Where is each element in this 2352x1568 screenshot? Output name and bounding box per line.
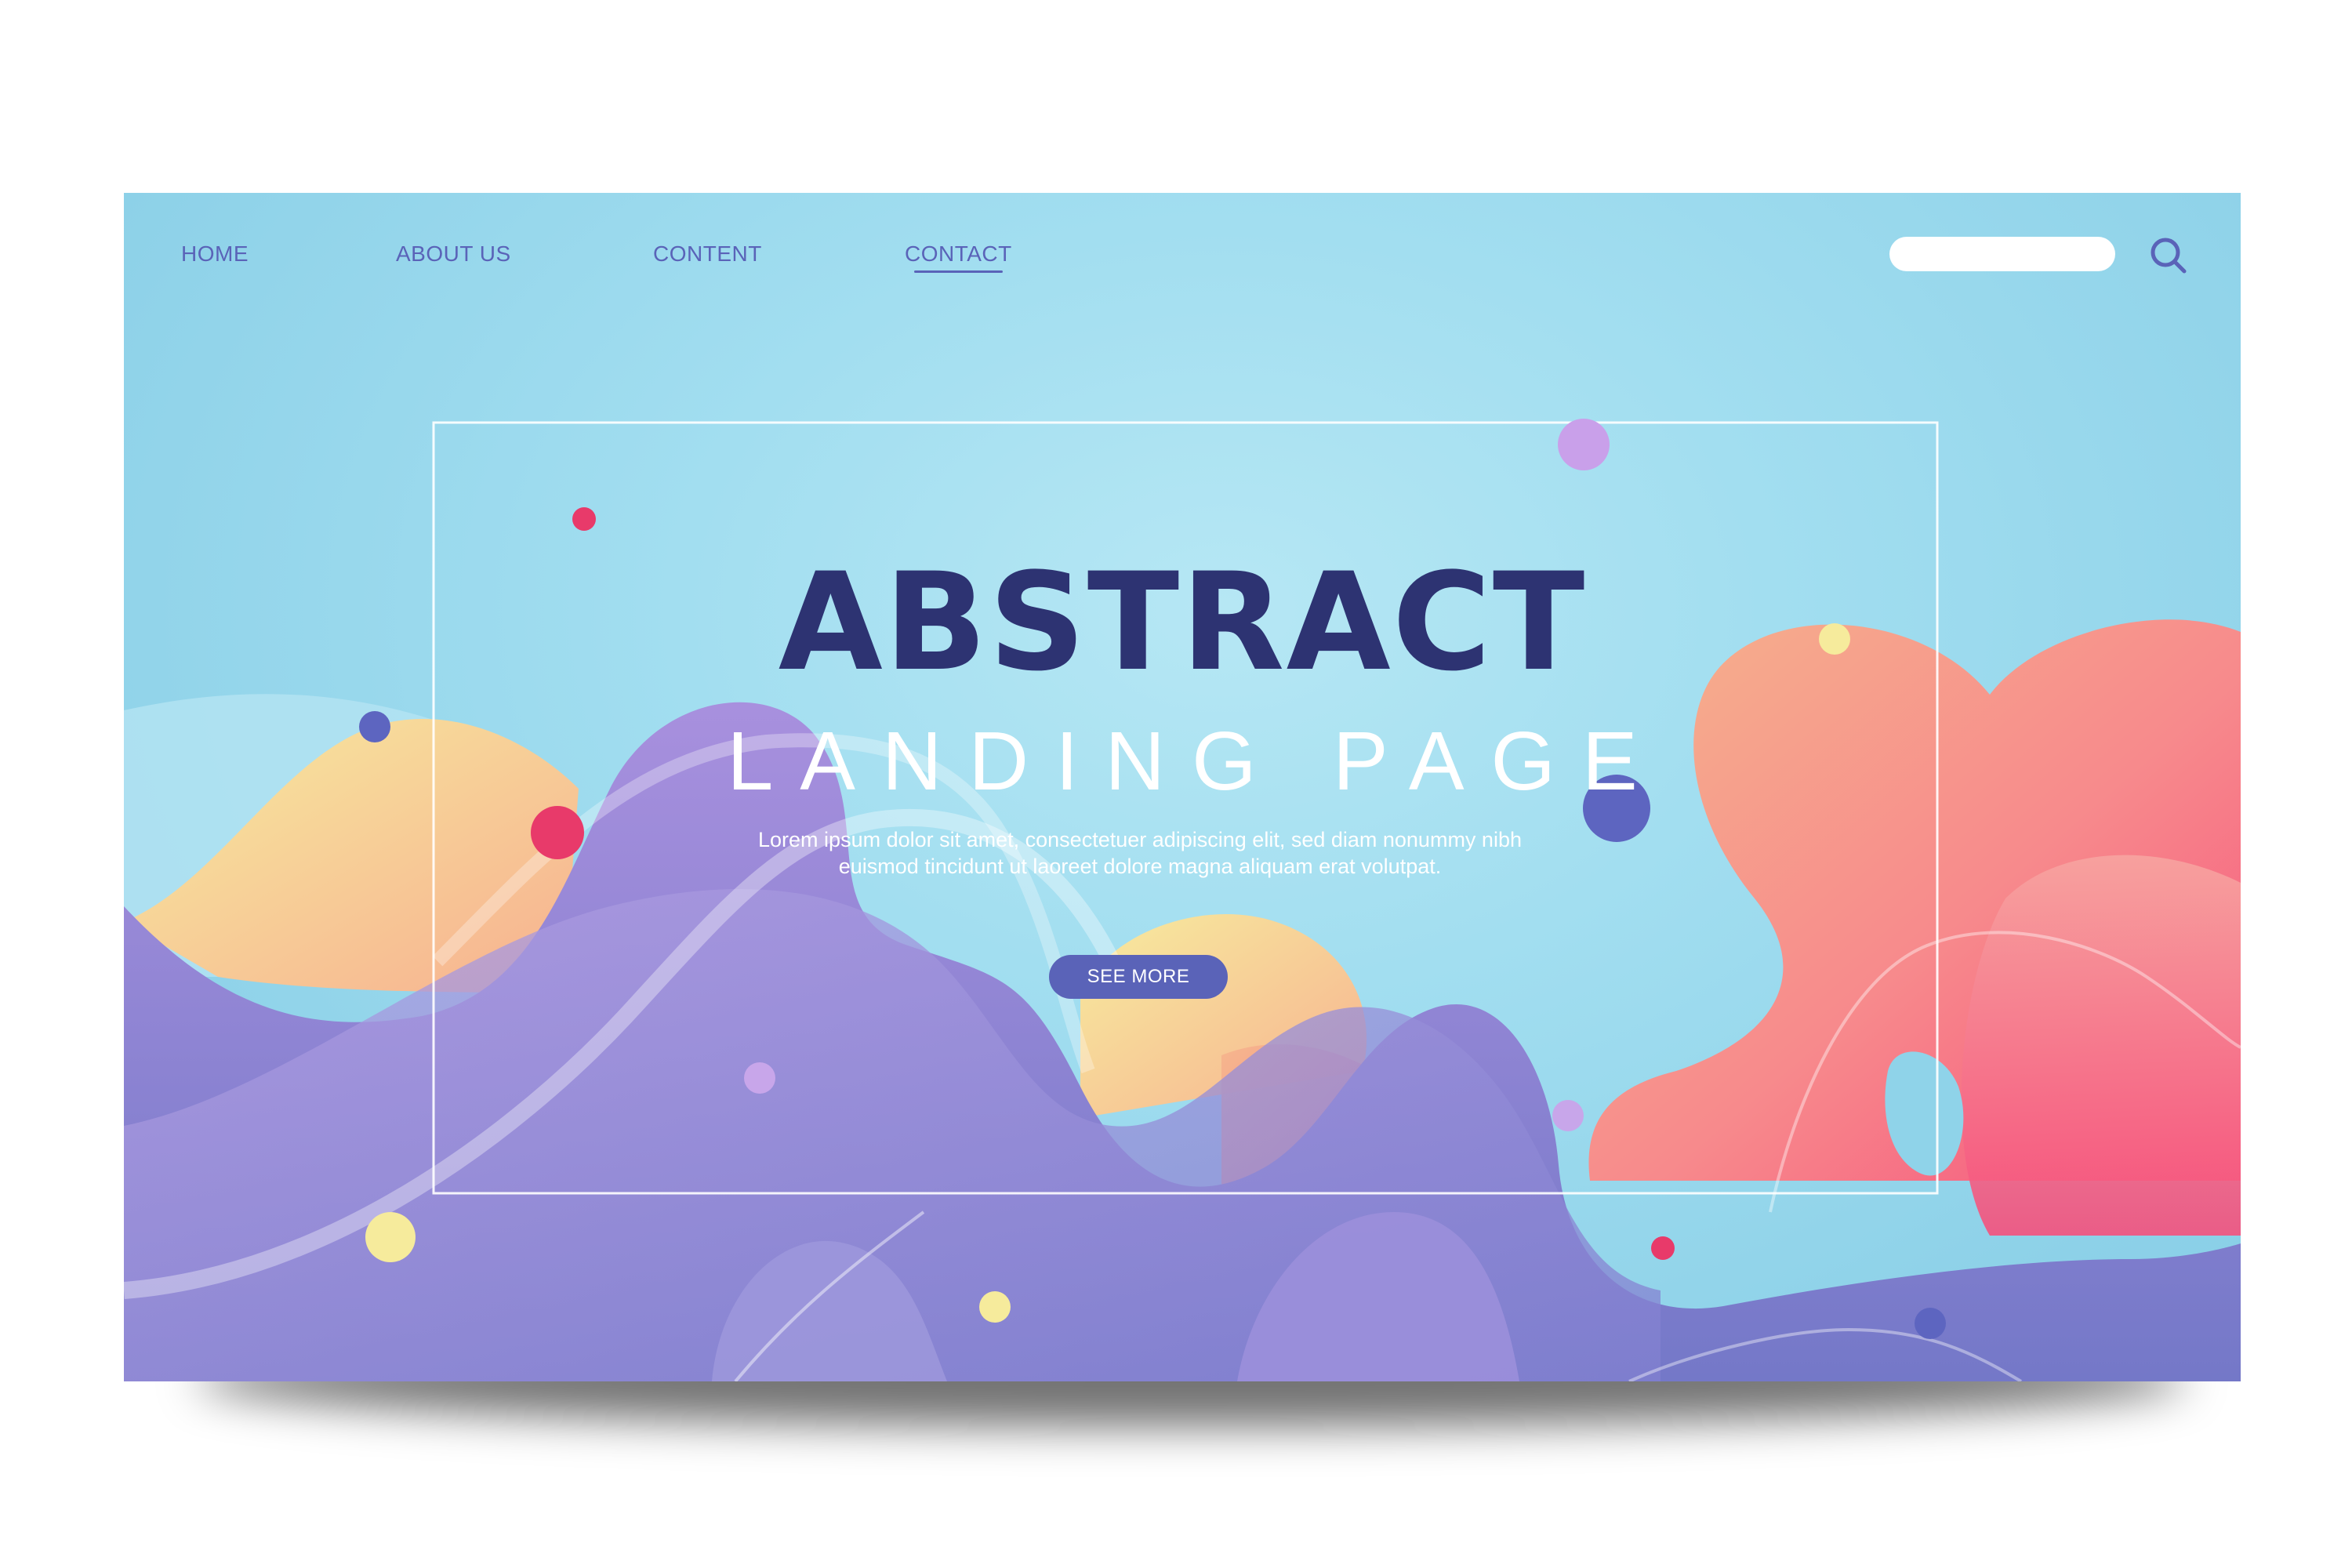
dot-red-right: [1651, 1236, 1675, 1260]
search-input[interactable]: [1889, 237, 2115, 271]
nav-home[interactable]: HOME: [181, 241, 249, 267]
dot-yellow-bottom: [979, 1291, 1011, 1323]
hero-body-text: Lorem ipsum dolor sit amet, consectetuer…: [721, 826, 1559, 880]
dot-yellow-left: [365, 1212, 416, 1262]
nav-contact[interactable]: CONTACT: [905, 241, 1012, 273]
nav-about-us-label: ABOUT US: [396, 241, 511, 266]
see-more-button[interactable]: SEE MORE: [1049, 955, 1228, 999]
landing-page: HOME ABOUT US CONTENT CONTACT ABSTRACT L…: [124, 193, 2241, 1381]
nav-content-label: CONTENT: [653, 241, 762, 266]
dot-red-large: [531, 806, 584, 859]
dot-red-small: [572, 507, 596, 531]
pink-blob: [1961, 855, 2241, 1236]
canvas: HOME ABOUT US CONTENT CONTACT ABSTRACT L…: [0, 0, 2352, 1568]
active-nav-underline: [914, 270, 1003, 273]
hero-title: ABSTRACT: [778, 543, 1587, 701]
nav-contact-label: CONTACT: [905, 241, 1012, 266]
search-icon[interactable]: [2147, 234, 2190, 278]
hero-body-line-1: Lorem ipsum dolor sit amet, consectetuer…: [758, 828, 1522, 851]
dot-blue-bottom: [1915, 1308, 1946, 1339]
dot-violet-top: [1558, 419, 1610, 470]
nav-home-label: HOME: [181, 241, 249, 266]
nav-content[interactable]: CONTENT: [653, 241, 762, 267]
hero-body-line-2: euismod tincidunt ut laoreet dolore magn…: [838, 855, 1442, 878]
hero-subtitle: LANDING PAGE: [727, 715, 1664, 808]
dot-lilac-right: [1552, 1100, 1584, 1131]
dot-lilac-mid: [744, 1062, 775, 1094]
top-nav: HOME ABOUT US CONTENT CONTACT: [124, 193, 2241, 318]
nav-about-us[interactable]: ABOUT US: [396, 241, 511, 267]
